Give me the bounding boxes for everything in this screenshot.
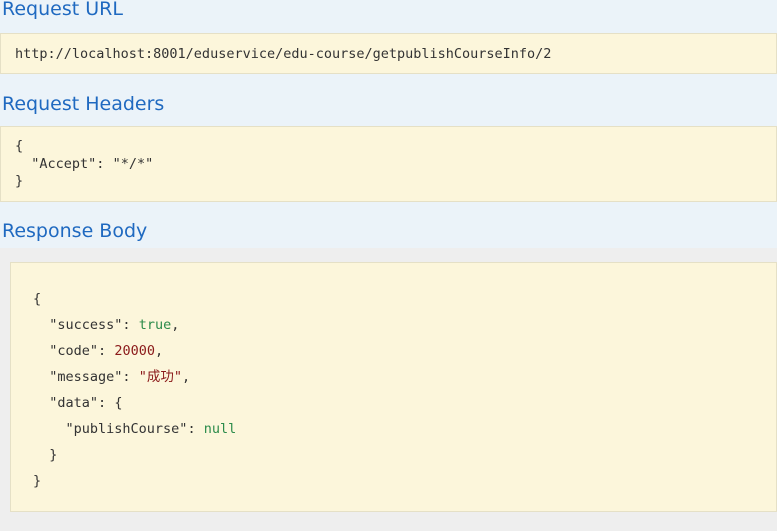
headers-accept-key: "Accept"	[31, 155, 97, 172]
json-data-close-brace: }	[49, 447, 58, 463]
request-url-value: http://localhost:8001/eduservice/edu-cou…	[15, 46, 552, 62]
response-body-wrapper: { "success": true, "code": 20000, "messa…	[0, 248, 777, 531]
json-message-key: "message"	[49, 369, 123, 385]
json-data-key: "data"	[49, 395, 99, 411]
request-headers-title: Request Headers	[2, 93, 165, 115]
json-data-open-brace: {	[114, 395, 123, 411]
headers-close-brace: }	[15, 173, 24, 189]
response-body-title: Response Body	[2, 220, 148, 242]
json-success-key: "success"	[49, 317, 123, 333]
json-code-value: 20000	[114, 343, 155, 359]
request-url-block: http://localhost:8001/eduservice/edu-cou…	[0, 33, 777, 74]
json-publish-course-value: null	[203, 421, 237, 437]
response-body-block: { "success": true, "code": 20000, "messa…	[10, 262, 777, 512]
json-open-brace: {	[33, 291, 42, 307]
json-code-key: "code"	[49, 343, 99, 359]
headers-open-brace: {	[15, 138, 24, 154]
request-url-title: Request URL	[2, 0, 123, 20]
headers-colon: :	[96, 155, 113, 172]
json-success-value: true	[138, 317, 172, 333]
json-close-brace: }	[33, 473, 42, 489]
request-headers-block: { "Accept": "*/*"}	[0, 126, 777, 202]
swagger-response-panel: Request URL http://localhost:8001/eduser…	[0, 0, 777, 531]
json-publish-course-key: "publishCourse"	[65, 421, 188, 437]
headers-accept-value: "*/*"	[112, 155, 154, 172]
json-message-value: "成功"	[138, 369, 182, 385]
